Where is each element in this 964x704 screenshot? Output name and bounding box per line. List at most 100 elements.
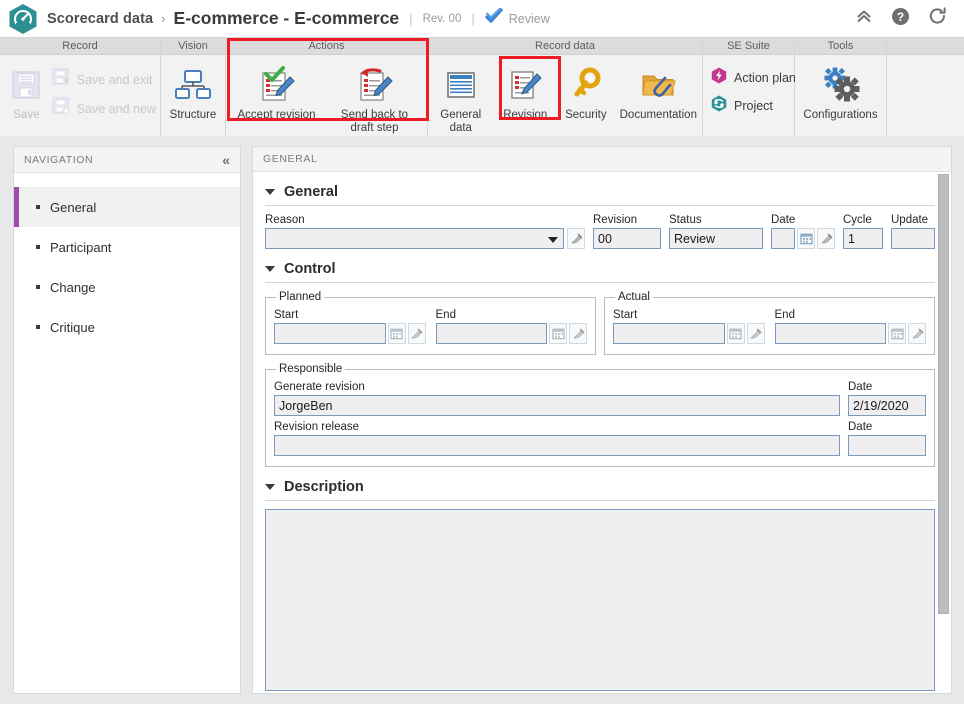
- application-window: Scorecard data › E-commerce - E-commerce…: [0, 0, 964, 704]
- revision-release-label: Revision release: [274, 421, 360, 433]
- sidebar-item-general[interactable]: General: [14, 187, 240, 227]
- planned-end-calendar-button[interactable]: [549, 323, 567, 344]
- floppy-disk-icon: [9, 63, 43, 107]
- ribbon-group-record-title: Record: [0, 38, 160, 55]
- project-button[interactable]: Project: [711, 95, 796, 117]
- reason-field: Reason: [265, 214, 585, 249]
- sidebar-item-change[interactable]: Change: [14, 267, 240, 307]
- documentation-button[interactable]: Documentation: [615, 61, 702, 122]
- help-circle-icon[interactable]: ?: [891, 7, 910, 31]
- actual-end-input[interactable]: [774, 323, 886, 344]
- responsible-legend: Responsible: [279, 363, 343, 375]
- description-textarea[interactable]: [265, 509, 935, 691]
- date-calendar-button[interactable]: [797, 228, 815, 249]
- reason-label: Reason: [265, 214, 305, 226]
- section-divider: [265, 205, 935, 206]
- reason-eraser-button[interactable]: [567, 228, 585, 249]
- date-eraser-button[interactable]: [817, 228, 835, 249]
- cycle-field-label: Cycle: [843, 214, 872, 226]
- title-divider-1: |: [409, 11, 413, 26]
- update-input[interactable]: [891, 228, 935, 249]
- ribbon-group-record: Record Save Save and exit Save and new: [0, 38, 161, 136]
- security-button-label: Security: [565, 109, 607, 121]
- actual-end-eraser-button[interactable]: [908, 323, 926, 344]
- ribbon-group-vision: Vision Structure: [161, 38, 226, 136]
- status-field: Status Review: [669, 214, 763, 249]
- chevron-double-left-icon[interactable]: «: [222, 153, 230, 167]
- cycle-input[interactable]: 1: [843, 228, 883, 249]
- scrollbar-thumb[interactable]: [938, 174, 949, 614]
- bullet-icon: [36, 285, 40, 289]
- actual-start-calendar-button[interactable]: [726, 323, 745, 344]
- date-field: Date: [771, 214, 835, 249]
- planned-start-field: Start: [274, 309, 426, 344]
- form-vertical-scrollbar[interactable]: [938, 174, 949, 644]
- ribbon-group-empty: [887, 38, 964, 136]
- planned-end-eraser-button[interactable]: [569, 323, 587, 344]
- revision-field-label: Revision: [593, 214, 638, 226]
- sidebar-item-critique[interactable]: Critique: [14, 307, 240, 347]
- chevron-double-up-icon[interactable]: [855, 7, 873, 30]
- project-hexagon-icon: [711, 95, 727, 117]
- accept-revision-button[interactable]: Accept revision: [231, 61, 323, 122]
- folder-paperclip-icon: [639, 63, 677, 107]
- revision-input[interactable]: 00: [593, 228, 661, 249]
- save-and-exit-button[interactable]: Save and exit: [47, 65, 160, 94]
- send-back-to-draft-step-button[interactable]: Send back to draft step: [327, 61, 423, 135]
- planned-fieldset: Planned Start End: [265, 291, 596, 355]
- revision-release-date-input[interactable]: [848, 435, 926, 456]
- project-label: Project: [734, 99, 773, 113]
- planned-start-input[interactable]: [274, 323, 386, 344]
- revision-field: Revision 00: [593, 214, 661, 249]
- sidebar-item-participant[interactable]: Participant: [14, 227, 240, 267]
- date-input[interactable]: [771, 228, 795, 249]
- document-red-arrow-pencil-icon: [355, 63, 395, 107]
- actual-fieldset: Actual Start End: [604, 291, 935, 355]
- document-lines-icon: [443, 63, 479, 107]
- sidebar-item-general-label: General: [50, 199, 97, 215]
- actual-end-calendar-button[interactable]: [888, 323, 906, 344]
- actual-start-input[interactable]: [613, 323, 725, 344]
- actual-end-field: End: [774, 309, 926, 344]
- action-plan-button[interactable]: Action plan: [711, 67, 796, 89]
- generate-revision-date-input[interactable]: 2/19/2020: [848, 395, 926, 416]
- svg-text:?: ?: [897, 10, 904, 24]
- planned-start-eraser-button[interactable]: [407, 323, 426, 344]
- configurations-button[interactable]: Configurations: [797, 61, 885, 122]
- chevron-down-icon: [548, 236, 558, 243]
- security-button[interactable]: Security: [557, 61, 615, 122]
- refresh-icon[interactable]: [928, 6, 948, 31]
- revision-release-date-field: Date: [848, 421, 926, 456]
- caret-down-icon[interactable]: [265, 266, 275, 272]
- structure-button[interactable]: Structure: [162, 61, 224, 122]
- revision-button[interactable]: Revision: [494, 61, 558, 122]
- generate-revision-input[interactable]: JorgeBen: [274, 395, 840, 416]
- action-plan-label: Action plan: [734, 71, 796, 85]
- responsible-fieldset: Responsible Generate revision JorgeBen D…: [265, 363, 935, 467]
- planned-end-label: End: [435, 309, 456, 321]
- section-divider: [265, 282, 935, 283]
- revision-label-text: Revision: [503, 109, 548, 121]
- breadcrumb-root[interactable]: Scorecard data: [47, 11, 153, 27]
- planned-start-calendar-button[interactable]: [387, 323, 406, 344]
- general-data-button[interactable]: General data: [428, 61, 494, 135]
- navigation-panel: NAVIGATION « General Participant Change: [13, 146, 241, 694]
- actual-start-eraser-button[interactable]: [746, 323, 765, 344]
- actual-start-field: Start: [613, 309, 765, 344]
- revision-release-input[interactable]: [274, 435, 840, 456]
- caret-down-icon[interactable]: [265, 484, 275, 490]
- status-badge: Review: [485, 7, 550, 29]
- caret-down-icon[interactable]: [265, 189, 275, 195]
- revision-release-field: Revision release: [274, 421, 840, 456]
- document-pencil-icon: [507, 63, 543, 107]
- sidebar-item-change-label: Change: [50, 279, 96, 295]
- save-secondary-actions: Save and exit Save and new: [47, 61, 160, 123]
- save-and-new-button[interactable]: Save and new: [47, 94, 160, 123]
- save-button[interactable]: Save: [6, 61, 47, 122]
- gauge-hexagon-logo[interactable]: [8, 3, 38, 35]
- ribbon-group-tools-title: Tools: [795, 38, 886, 55]
- reason-select[interactable]: [265, 228, 564, 249]
- status-input[interactable]: Review: [669, 228, 763, 249]
- planned-end-input[interactable]: [435, 323, 547, 344]
- form-panel: GENERAL General Reason Revision 00 Statu…: [252, 146, 952, 694]
